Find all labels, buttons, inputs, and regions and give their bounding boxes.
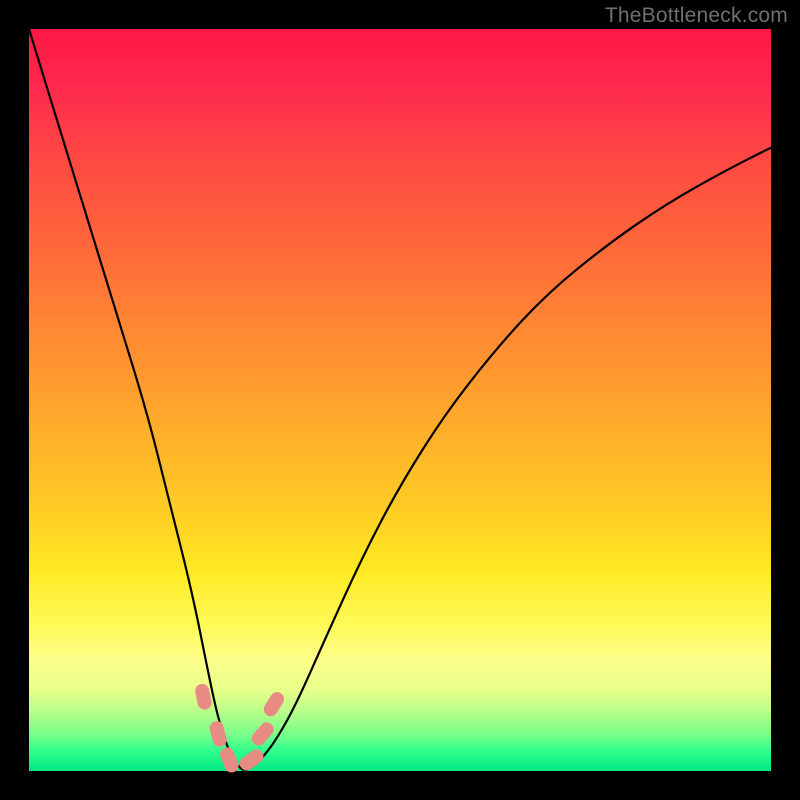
curve-markers [194,683,287,775]
curve-marker [208,720,228,749]
curve-marker [218,745,241,774]
curve-marker [261,689,287,718]
bottleneck-curve [29,29,771,770]
curve-marker [194,683,213,711]
chart-svg [29,29,771,771]
watermark-text: TheBottleneck.com [605,4,788,28]
chart-frame: TheBottleneck.com [0,0,800,800]
plot-area [29,29,771,771]
